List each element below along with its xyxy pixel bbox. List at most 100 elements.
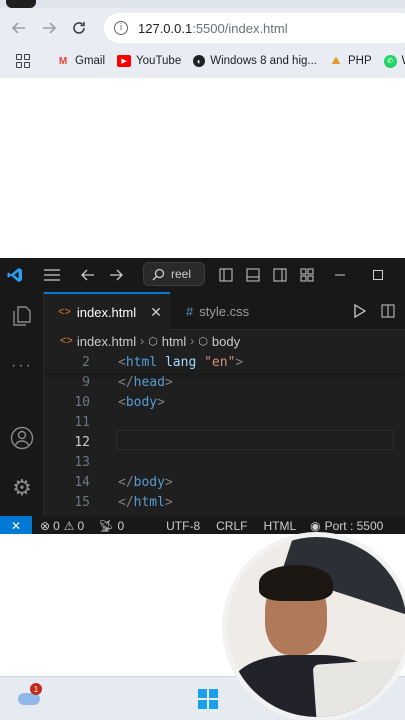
chevron-right-icon: › [140, 334, 145, 348]
toggle-secondary-sidebar-icon[interactable] [270, 258, 290, 292]
explorer-icon[interactable] [0, 296, 44, 336]
line-number: 13 [74, 454, 90, 470]
code-token: html [125, 354, 158, 370]
code-token: head [133, 374, 165, 390]
code-line[interactable]: 2 <html lang="en"> [44, 352, 405, 372]
menu-icon[interactable] [30, 258, 74, 292]
language-text: HTML [263, 519, 297, 533]
address-bar[interactable]: i 127.0.0.1:5500/index.html [104, 13, 405, 43]
code-token: "en" [204, 354, 236, 370]
code-line[interactable]: 13 [44, 452, 405, 472]
whatsapp-icon: ✆ [383, 54, 397, 68]
bookmark-label: PHP [348, 55, 372, 67]
code-token: < [118, 394, 126, 410]
html-file-icon: <> [58, 306, 71, 318]
code-text: </html> [118, 495, 173, 510]
symbol-element-icon: ⬡ [198, 335, 208, 348]
accounts-icon[interactable] [0, 418, 44, 458]
tab-style-css[interactable]: # style.css [172, 292, 282, 330]
warning-icon: ⚠ [63, 519, 75, 533]
eol-text: CRLF [216, 519, 248, 533]
eol-indicator[interactable]: CRLF [216, 519, 247, 533]
php-icon: ⛰ [331, 54, 341, 67]
code-line[interactable]: 9 </head> [44, 372, 405, 392]
error-count: 0 [53, 519, 60, 533]
reload-button[interactable] [64, 13, 94, 43]
weather-widget[interactable]: 1 [18, 683, 42, 705]
code-line[interactable]: 11 [44, 412, 405, 432]
customize-layout-icon[interactable] [297, 258, 317, 292]
browser-toolbar: i 127.0.0.1:5500/index.html [0, 10, 405, 46]
code-text: <body> [118, 395, 165, 410]
vscode-logo-icon [0, 258, 30, 292]
forward-button[interactable] [34, 13, 64, 43]
line-number: 15 [74, 494, 90, 510]
bookmark-label: YouTube [136, 55, 182, 67]
code-line[interactable]: 15 </html> [44, 492, 405, 512]
encoding-text: UTF-8 [166, 519, 201, 533]
live-server-port[interactable]: ◉ Port : 5500 [310, 519, 383, 533]
close-icon[interactable]: ✕ [150, 304, 162, 321]
nav-back-icon[interactable] [74, 258, 102, 292]
browser-tab[interactable] [6, 0, 36, 8]
code-token: body [133, 474, 165, 490]
code-text: </head> [118, 375, 173, 390]
minimize-icon[interactable] [330, 258, 350, 292]
warning-count: 0 [77, 519, 85, 533]
toggle-panel-icon[interactable] [243, 258, 263, 292]
ports-indicator[interactable]: 📡︎ 0 [98, 519, 124, 533]
sticky-scroll-shadow [44, 372, 405, 373]
breadcrumb-item[interactable]: html [162, 334, 187, 349]
apps-grid-icon[interactable] [16, 54, 30, 68]
url-text: 127.0.0.1:5500/index.html [138, 21, 288, 36]
run-icon[interactable] [350, 294, 370, 328]
bookmark-whatsapp[interactable]: ✆ Wh [383, 54, 405, 68]
more-icon[interactable]: ··· [0, 346, 44, 386]
back-button[interactable] [4, 13, 34, 43]
breadcrumb-item[interactable]: index.html [77, 334, 136, 349]
split-editor-icon[interactable] [378, 294, 398, 328]
encoding-indicator[interactable]: UTF-8 [166, 519, 200, 533]
toggle-primary-sidebar-icon[interactable] [216, 258, 236, 292]
breadcrumb: <> index.html › ⬡ html › ⬡ body [44, 330, 405, 352]
command-center[interactable]: reel [143, 262, 205, 286]
bookmarks-bar: M Gmail ▶ YouTube ◐ Windows 8 and hig...… [0, 48, 405, 74]
code-token: = [196, 354, 205, 370]
code-token: lang [164, 354, 197, 370]
language-mode[interactable]: HTML [263, 519, 296, 533]
bookmark-gmail[interactable]: M Gmail [56, 55, 105, 67]
maximize-icon[interactable] [368, 258, 388, 292]
radio-tower-icon: ◉ [310, 519, 321, 533]
code-line[interactable]: 10 <body> [44, 392, 405, 412]
bookmark-youtube[interactable]: ▶ YouTube [117, 55, 181, 67]
code-editor[interactable]: 2 <html lang="en"> 9 </head> 10 <body> 11 12 13 1… [44, 352, 405, 516]
webcam-overlay [222, 532, 405, 720]
youtube-icon: ▶ [117, 55, 132, 67]
code-token: > [157, 394, 165, 410]
html-file-icon: <> [60, 335, 73, 347]
gmail-icon: M [58, 55, 68, 67]
bookmark-php[interactable]: ⛰ PHP [329, 54, 372, 68]
broadcast-icon: 📡︎ [98, 519, 114, 533]
web-page-content [0, 78, 405, 258]
status-bar: ✕ ⊗ 0 ⚠ 0 📡︎ 0 UTF-8 CRLF HTML ◉ Port : … [0, 516, 405, 536]
code-token: </ [118, 494, 134, 510]
symbol-element-icon: ⬡ [148, 335, 158, 348]
browser-chrome: i 127.0.0.1:5500/index.html M Gmail ▶ Yo… [0, 0, 405, 78]
site-info-icon[interactable]: i [114, 21, 128, 35]
settings-gear-icon[interactable]: ⚙ [0, 468, 44, 508]
problems-indicator[interactable]: ⊗ 0 ⚠ 0 [40, 519, 84, 533]
tab-label: index.html [76, 304, 137, 320]
code-token: > [235, 354, 244, 370]
url-path: :5500/index.html [192, 20, 288, 36]
nav-forward-icon[interactable] [102, 258, 130, 292]
bookmark-windows[interactable]: ◐ Windows 8 and hig... [193, 55, 317, 67]
windows-start-icon[interactable] [198, 689, 218, 709]
code-line[interactable]: 14 </body> [44, 472, 405, 492]
remote-indicator-icon[interactable]: ✕ [0, 516, 32, 536]
breadcrumb-item[interactable]: body [212, 334, 240, 349]
command-center-text: reel [171, 267, 192, 281]
code-line[interactable]: 12 [44, 432, 405, 452]
tab-index-html[interactable]: <> index.html ✕ [44, 292, 170, 330]
